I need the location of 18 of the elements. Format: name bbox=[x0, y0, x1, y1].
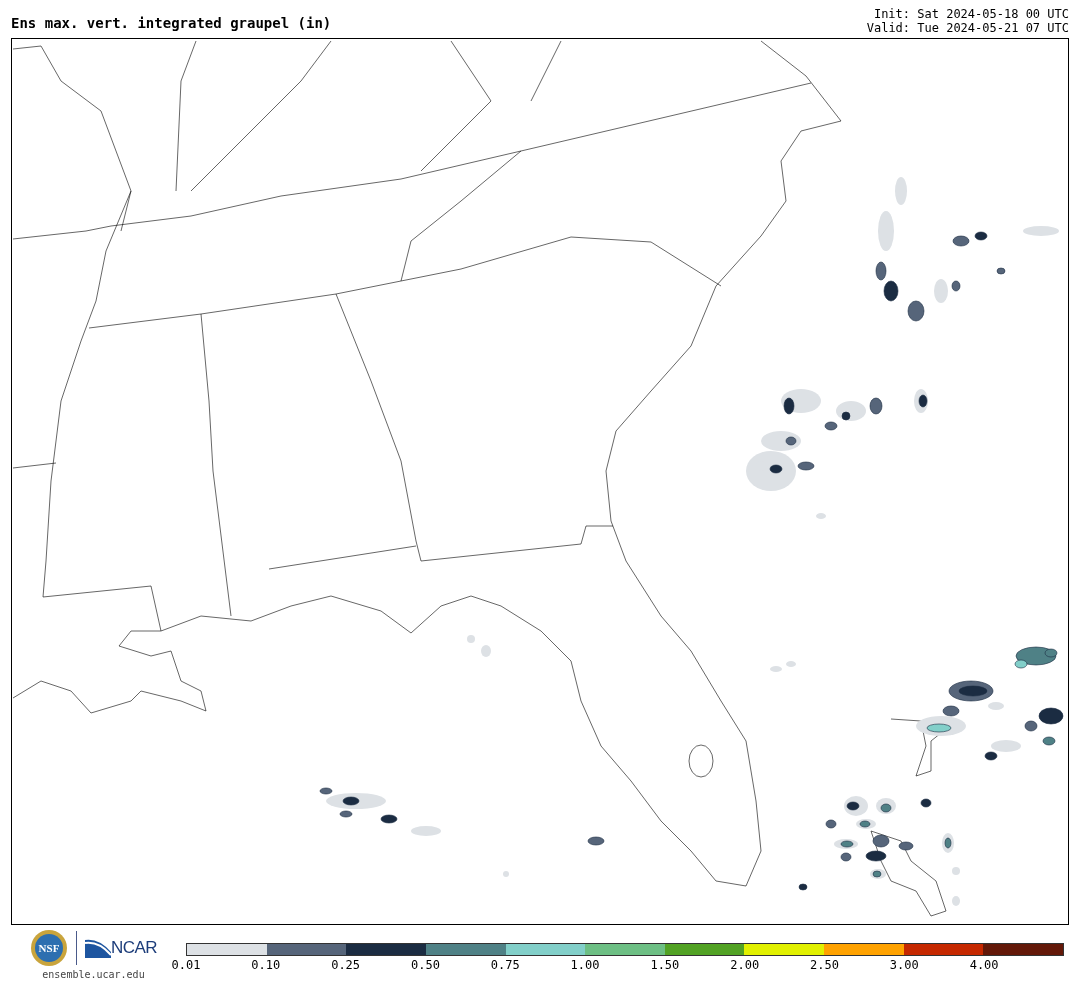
colorbar-label: 1.00 bbox=[570, 957, 600, 974]
colorbar-label: 4.00 bbox=[969, 957, 999, 974]
website-url: ensemble.ucar.edu bbox=[42, 968, 145, 982]
colorbar-label: 2.00 bbox=[730, 957, 760, 974]
colorbar-label: 2.50 bbox=[810, 957, 839, 974]
init-time: Init: Sat 2024-05-18 00 UTC bbox=[873, 7, 1069, 21]
colorbar-label: 0.01 bbox=[171, 957, 201, 974]
colorbar-label: 0.50 bbox=[411, 957, 440, 974]
chart-title: Ens max. vert. integrated graupel (in) bbox=[11, 14, 332, 33]
colorbar-label: 3.00 bbox=[889, 957, 919, 974]
colorbar-label: 1.50 bbox=[650, 957, 680, 974]
logo-text: NCAR bbox=[110, 937, 158, 960]
seal-logo: NSF bbox=[29, 929, 68, 967]
colorbar-label: 0.75 bbox=[490, 957, 520, 974]
colorbar-label: 0.10 bbox=[251, 957, 281, 974]
colorbar-label: 0.25 bbox=[331, 957, 361, 974]
wave-logo-icon bbox=[84, 938, 111, 958]
valid-time: Valid: Tue 2024-05-21 07 UTC bbox=[866, 21, 1069, 35]
